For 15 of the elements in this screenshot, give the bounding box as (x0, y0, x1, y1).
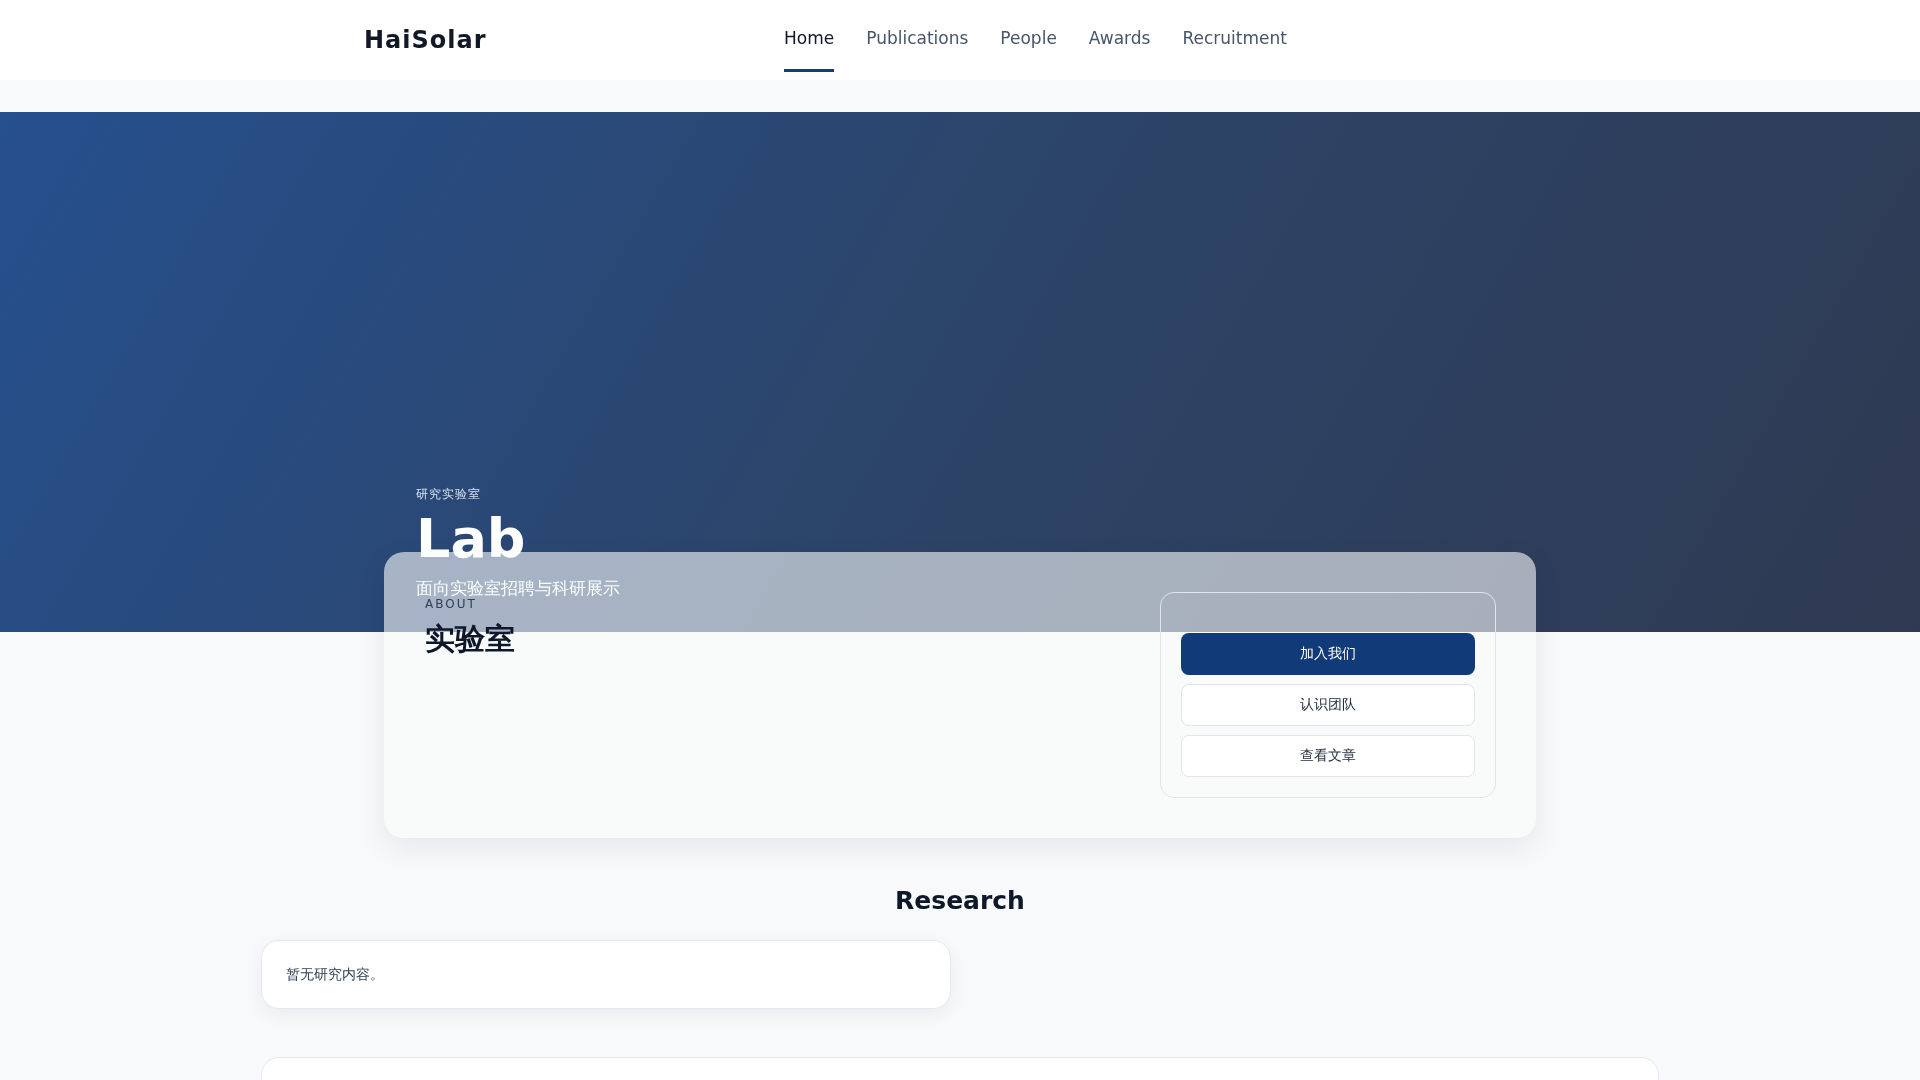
nav-link[interactable]: Home (784, 4, 835, 72)
secondary-button[interactable]: 查看文章 (1181, 735, 1475, 777)
nav-link[interactable]: Recruitment (1182, 4, 1287, 72)
empty-message: 暂无研究内容。 (286, 965, 384, 984)
about-title: 实验室 (425, 620, 515, 658)
section-heading: Research (894, 886, 1026, 915)
hero-eyebrow: 研究实验室 (416, 486, 482, 503)
hero-subtitle: 面向实验室招聘与科研展示 (416, 577, 621, 599)
secondary-button[interactable]: 认识团队 (1181, 684, 1475, 726)
nav-link[interactable]: People (1000, 4, 1057, 72)
nav-link[interactable]: Awards (1088, 4, 1151, 72)
primary-button[interactable]: 加入我们 (1181, 633, 1475, 675)
site-logo[interactable]: HaiSolar (364, 26, 784, 54)
nav-link[interactable]: Publications (866, 4, 969, 72)
section-label: ABOUT (425, 597, 478, 611)
